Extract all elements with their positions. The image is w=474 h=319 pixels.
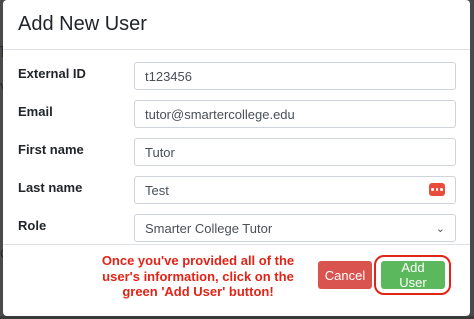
email-input[interactable]: tutor@smartercollege.edu — [134, 100, 456, 128]
first-name-row: First name Tutor — [3, 136, 470, 174]
external-id-value: t123456 — [145, 68, 192, 84]
role-select[interactable]: Smarter College Tutor ⌄ — [134, 214, 456, 242]
cancel-button[interactable]: Cancel — [318, 261, 372, 289]
email-row: Email tutor@smartercollege.edu — [3, 98, 470, 136]
external-id-label: External ID — [18, 66, 86, 81]
email-label: Email — [18, 104, 53, 119]
last-name-value: Test — [145, 182, 169, 198]
add-user-dialog: Add New User External ID t123456 Email t… — [3, 0, 470, 316]
email-value: tutor@smartercollege.edu — [145, 106, 295, 122]
external-id-input[interactable]: t123456 — [134, 62, 456, 90]
last-name-input[interactable]: Test — [134, 176, 456, 204]
dialog-footer: Once you've provided all of the user's i… — [3, 244, 470, 316]
first-name-label: First name — [18, 142, 84, 157]
external-id-row: External ID t123456 — [3, 60, 470, 98]
last-name-row: Last name Test — [3, 174, 470, 212]
role-label: Role — [18, 218, 47, 233]
instruction-annotation: Once you've provided all of the user's i… — [101, 253, 295, 300]
password-manager-icon[interactable] — [429, 183, 445, 196]
add-user-button[interactable]: Add User — [381, 260, 445, 290]
role-selected-value: Smarter College Tutor — [145, 220, 273, 236]
dialog-header: Add New User — [3, 0, 470, 50]
last-name-label: Last name — [18, 180, 83, 195]
first-name-value: Tutor — [145, 144, 175, 160]
dialog-title: Add New User — [18, 13, 147, 35]
chevron-down-icon: ⌄ — [435, 222, 445, 235]
dialog-body: External ID t123456 Email tutor@smarterc… — [3, 50, 470, 248]
first-name-input[interactable]: Tutor — [134, 138, 456, 166]
